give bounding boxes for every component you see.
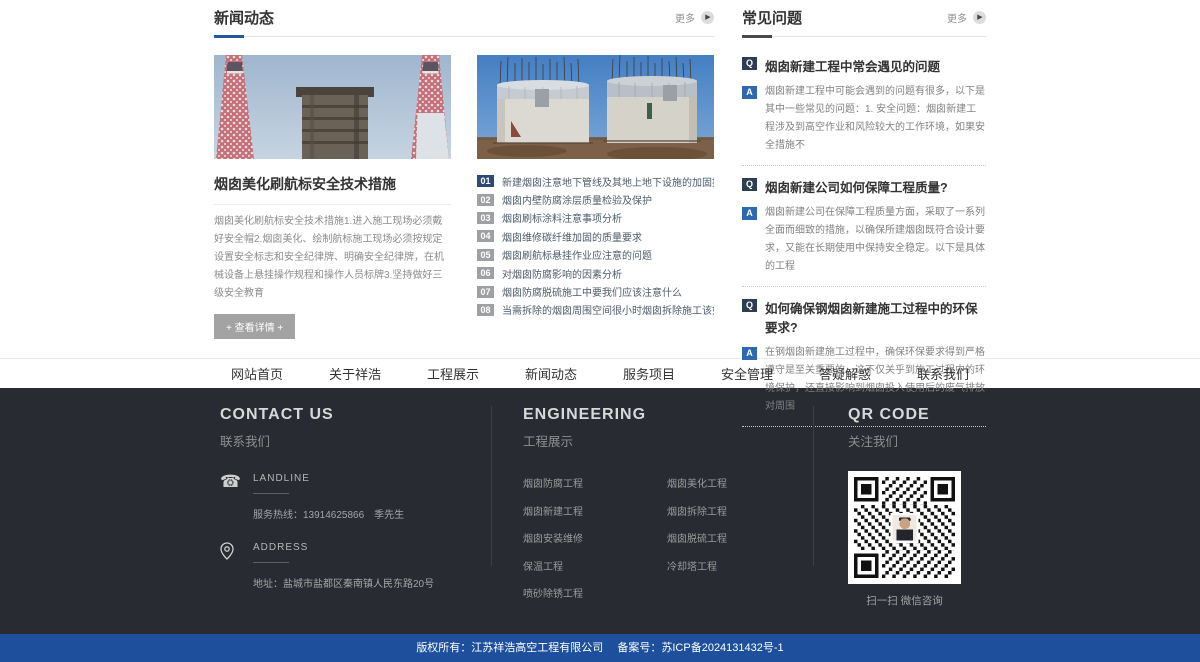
view-details-button[interactable]: + 查看详情 + bbox=[214, 314, 295, 339]
site-footer: CONTACT US 联系我们 ☎ LANDLINE 服务热线：13914625… bbox=[0, 388, 1200, 634]
news-more-link[interactable]: 更多 ▶ bbox=[675, 10, 714, 25]
footer-link-install-repair[interactable]: 烟囱安装维修 bbox=[523, 534, 583, 545]
engineering-links-col2: 烟囱美化工程 烟囱拆除工程 烟囱脱硫工程 冷却塔工程 bbox=[667, 474, 811, 612]
news-more-label: 更多 bbox=[675, 10, 695, 25]
faq-question-row[interactable]: Q 如何确保钢烟囱新建施工过程中的环保要求? bbox=[742, 298, 986, 336]
question-icon: Q bbox=[742, 299, 757, 312]
phone-number: 服务热线：13914625866 季先生 bbox=[253, 506, 404, 521]
footer-qr-column: QR CODE 关注我们 bbox=[814, 406, 986, 608]
footer-link-new-build[interactable]: 烟囱新建工程 bbox=[523, 507, 583, 518]
nav-link-news[interactable]: 新闻动态 bbox=[525, 364, 577, 383]
footer-link-beautification[interactable]: 烟囱美化工程 bbox=[667, 479, 727, 490]
faq-answer: 烟囱新建公司在保障工程质量方面，采取了一系列全面而细致的措施，以确保所建烟囱既符… bbox=[765, 204, 986, 276]
landline-underline bbox=[253, 493, 289, 494]
featured-article: 烟囱美化刷航标安全技术措施 烟囱美化刷航标安全技术措施1.进入施工现场必须戴好安… bbox=[214, 55, 451, 339]
nav-link-projects[interactable]: 工程展示 bbox=[427, 364, 479, 383]
nav-link-faq[interactable]: 答疑解惑 bbox=[819, 364, 871, 383]
footer-link-anticorrosion[interactable]: 烟囱防腐工程 bbox=[523, 479, 583, 490]
question-icon: Q bbox=[742, 57, 757, 70]
qr-center-photo bbox=[892, 514, 918, 542]
news-item-number: 03 bbox=[477, 212, 494, 224]
footer-engineering-column: ENGINEERING 工程展示 烟囱防腐工程 烟囱新建工程 烟囱安装维修 保温… bbox=[492, 406, 814, 566]
news-item-number: 04 bbox=[477, 230, 494, 242]
question-icon: Q bbox=[742, 178, 757, 191]
faq-separator bbox=[742, 165, 986, 166]
faq-item: Q 烟囱新建工程中常会遇见的问题 A 烟囱新建工程中可能会遇到的问题有很多，以下… bbox=[742, 56, 986, 166]
main-content-area: 新闻动态 更多 ▶ bbox=[0, 0, 1200, 358]
address-underline bbox=[253, 562, 289, 563]
faq-more-label: 更多 bbox=[947, 10, 967, 25]
footer-link-demolition[interactable]: 烟囱拆除工程 bbox=[667, 507, 727, 518]
featured-article-title[interactable]: 烟囱美化刷航标安全技术措施 bbox=[214, 174, 451, 194]
answer-icon: A bbox=[742, 207, 757, 220]
news-list-item[interactable]: 08当需拆除的烟囱周围空间很小时烟囱拆除施工该如... bbox=[477, 301, 714, 319]
nav-link-services[interactable]: 服务项目 bbox=[623, 364, 675, 383]
contact-heading: CONTACT US bbox=[220, 406, 491, 424]
qr-caption: 扫一扫 微信咨询 bbox=[848, 593, 961, 608]
faq-more-link[interactable]: 更多 ▶ bbox=[947, 10, 986, 25]
news-list-item[interactable]: 07烟囱防腐脱硫施工中要我们应该注意什么 bbox=[477, 282, 714, 300]
footer-link-cooling-tower[interactable]: 冷却塔工程 bbox=[667, 562, 717, 573]
faq-separator bbox=[742, 286, 986, 287]
news-item-number: 06 bbox=[477, 267, 494, 279]
faq-question-row[interactable]: Q 烟囱新建工程中常会遇见的问题 bbox=[742, 56, 986, 75]
qr-code-image bbox=[848, 471, 961, 584]
news-list-photo[interactable] bbox=[477, 55, 714, 159]
footer-contact-column: CONTACT US 联系我们 ☎ LANDLINE 服务热线：13914625… bbox=[214, 406, 492, 566]
nav-link-safety[interactable]: 安全管理 bbox=[721, 364, 773, 383]
featured-article-divider bbox=[214, 204, 451, 205]
answer-icon: A bbox=[742, 86, 757, 99]
engineering-links-col1: 烟囱防腐工程 烟囱新建工程 烟囱安装维修 保温工程 喷砂除锈工程 bbox=[523, 474, 667, 612]
faq-answer: 烟囱新建工程中可能会遇到的问题有很多，以下是其中一些常见的问题：1. 安全问题：… bbox=[765, 83, 986, 155]
news-header-rule bbox=[214, 36, 714, 37]
featured-article-photo[interactable] bbox=[214, 55, 451, 159]
copyright-text: 版权所有：江苏祥浩高空工程有限公司 备案号：苏ICP备2024131432号-1 bbox=[416, 642, 783, 654]
news-list-item[interactable]: 04烟囱维修碳纤维加固的质量要求 bbox=[477, 227, 714, 245]
faq-question-row[interactable]: Q 烟囱新建公司如何保障工程质量? bbox=[742, 177, 986, 196]
footer-link-desulfurization[interactable]: 烟囱脱硫工程 bbox=[667, 534, 727, 545]
news-list-item[interactable]: 06对烟囱防腐影响的因素分析 bbox=[477, 264, 714, 282]
news-list-column: 01新建烟囱注意地下管线及其地上地下设施的加固措施 02烟囱内壁防腐涂层质量检验… bbox=[477, 55, 714, 339]
news-list-item[interactable]: 01新建烟囱注意地下管线及其地上地下设施的加固措施 bbox=[477, 172, 714, 190]
faq-item: Q 烟囱新建公司如何保障工程质量? A 烟囱新建公司在保障工程质量方面，采取了一… bbox=[742, 177, 986, 287]
contact-subheading: 联系我们 bbox=[220, 431, 491, 450]
news-list-item[interactable]: 02烟囱内壁防腐涂层质量检验及保护 bbox=[477, 190, 714, 208]
news-list: 01新建烟囱注意地下管线及其地上地下设施的加固措施 02烟囱内壁防腐涂层质量检验… bbox=[477, 172, 714, 319]
news-item-number: 01 bbox=[477, 175, 494, 187]
landline-label: LANDLINE bbox=[253, 473, 404, 484]
more-arrow-icon: ▶ bbox=[973, 11, 986, 24]
address-label: ADDRESS bbox=[253, 542, 434, 553]
map-pin-icon bbox=[220, 542, 253, 590]
address-text: 地址：盐城市盐都区秦南镇人民东路20号 bbox=[253, 575, 434, 590]
engineering-subheading: 工程展示 bbox=[523, 431, 813, 450]
news-item-number: 05 bbox=[477, 249, 494, 261]
more-arrow-icon: ▶ bbox=[701, 11, 714, 24]
news-section-title: 新闻动态 bbox=[214, 7, 274, 28]
news-item-number: 07 bbox=[477, 286, 494, 298]
qr-heading: QR CODE bbox=[848, 406, 986, 424]
news-list-item[interactable]: 03烟囱刷标涂料注意事项分析 bbox=[477, 209, 714, 227]
answer-icon: A bbox=[742, 347, 757, 360]
faq-header-rule bbox=[742, 36, 986, 37]
news-list-item[interactable]: 05烟囱刷航标悬挂作业应注意的问题 bbox=[477, 246, 714, 264]
footer-link-insulation[interactable]: 保温工程 bbox=[523, 562, 563, 573]
phone-icon: ☎ bbox=[220, 473, 253, 521]
qr-subheading: 关注我们 bbox=[848, 431, 986, 450]
copyright-bar: 版权所有：江苏祥浩高空工程有限公司 备案号：苏ICP备2024131432号-1 bbox=[0, 634, 1200, 662]
nav-link-about[interactable]: 关于祥浩 bbox=[329, 364, 381, 383]
footer-link-sandblasting[interactable]: 喷砂除锈工程 bbox=[523, 589, 583, 600]
nav-link-home[interactable]: 网站首页 bbox=[231, 364, 283, 383]
news-item-number: 02 bbox=[477, 194, 494, 206]
faq-section-title: 常见问题 bbox=[742, 7, 802, 28]
engineering-heading: ENGINEERING bbox=[523, 406, 813, 424]
featured-article-excerpt: 烟囱美化刷航标安全技术措施1.进入施工现场必须戴好安全帽2.烟囱美化、绘制航标施… bbox=[214, 213, 451, 303]
nav-link-contact[interactable]: 联系我们 bbox=[917, 364, 969, 383]
news-item-number: 08 bbox=[477, 304, 494, 316]
